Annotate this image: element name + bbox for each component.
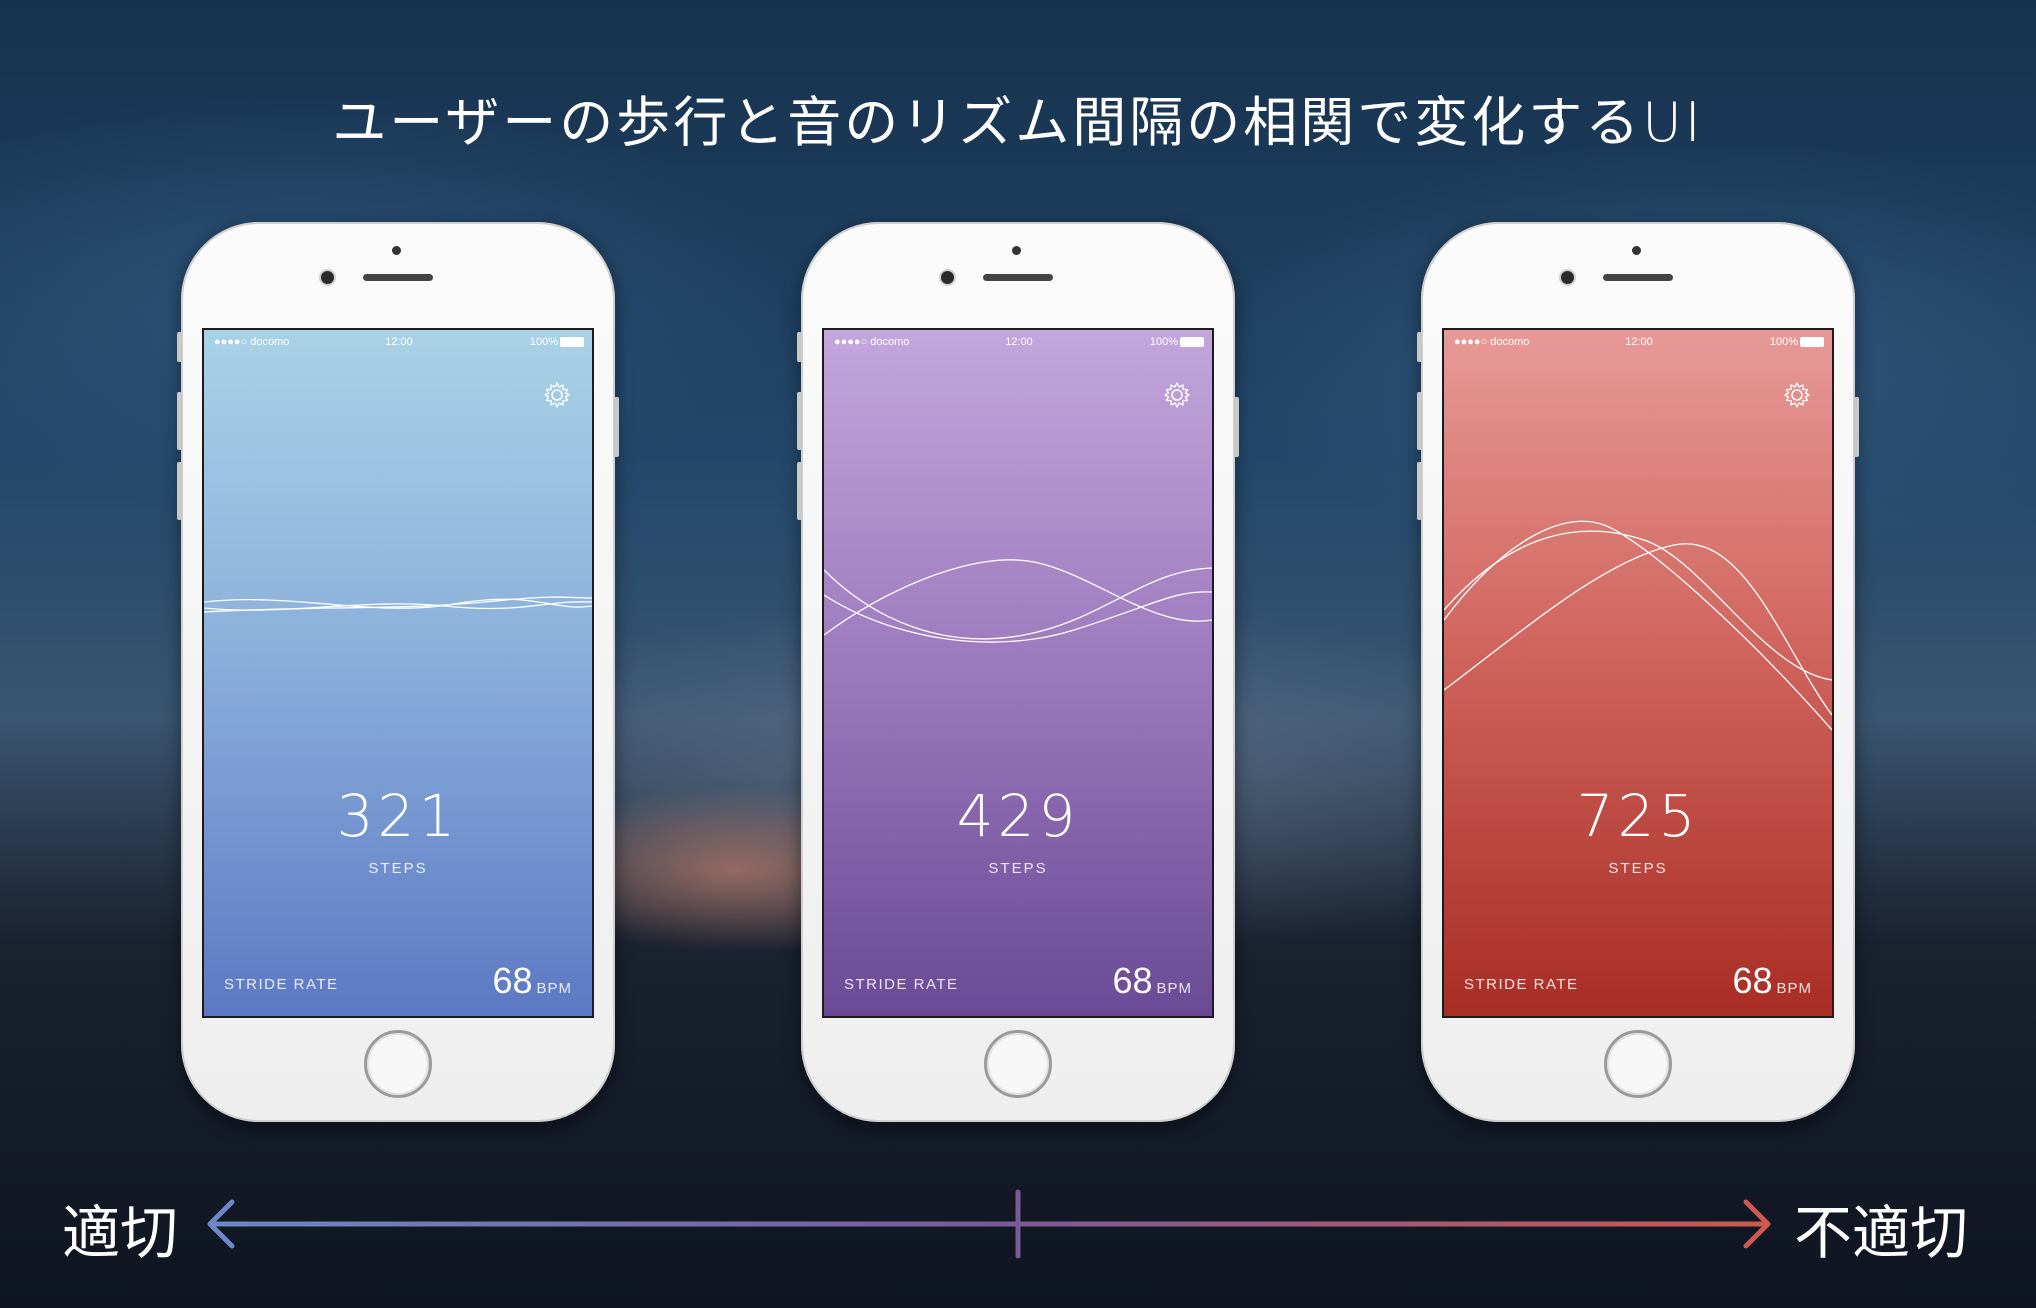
appropriateness-scale [207,1189,1771,1259]
